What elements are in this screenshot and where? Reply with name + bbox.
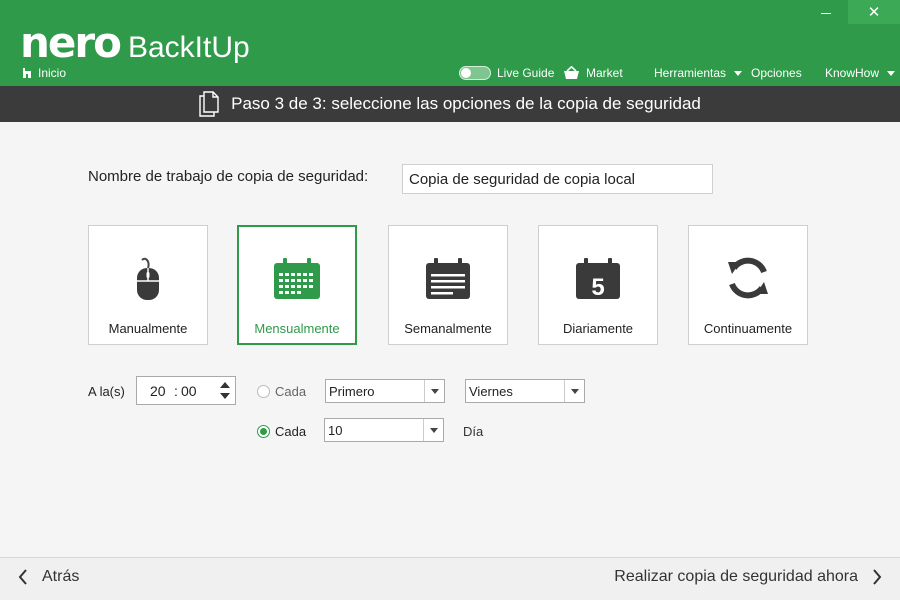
time-hours[interactable]: 20 [150,383,166,399]
time-separator: : [174,383,178,399]
logo-product-name: BackItUp [127,31,250,64]
chevron-down-icon [564,380,584,402]
ordinal-select-value: Primero [329,384,375,399]
schedule-option-manualmente[interactable]: Manualmente [88,225,208,345]
knowhow-menu[interactable]: KnowHow [825,64,896,82]
chevron-down-icon [423,419,443,441]
close-icon: ✕ [867,4,881,21]
opciones-menu[interactable]: Opciones [751,64,802,82]
knowhow-label: KnowHow [825,66,880,80]
time-minutes[interactable]: 00 [181,383,197,399]
backup-now-button[interactable]: Realizar copia de seguridad ahora [614,568,882,586]
schedule-option-mensualmente[interactable]: Mensualmente [237,225,357,345]
mouse-icon [137,257,159,300]
live-guide-label: Live Guide [497,66,555,80]
cada-weekday-radio[interactable]: Cada [257,384,306,399]
chevron-down-icon [734,70,743,76]
schedule-option-label: Manualmente [108,321,188,336]
refresh-icon [728,257,768,299]
time-spinner[interactable] [215,377,235,404]
live-guide-toggle[interactable]: Live Guide [459,64,554,82]
time-picker[interactable]: 20 : 00 [136,376,236,405]
schedule-option-label: Mensualmente [254,321,340,336]
opciones-label: Opciones [751,66,802,80]
calendar-month-icon [274,258,320,299]
app-header: ✕ nero BackItUp Inicio Live Guide Market… [0,0,900,86]
schedule-option-label: Continuamente [703,321,793,336]
footer-bar: Atrás Realizar copia de seguridad ahora [0,557,900,600]
window-controls: ✕ [804,0,900,24]
day-select-value: 10 [328,423,343,438]
day-select[interactable]: 10 [324,418,444,442]
close-button[interactable]: ✕ [848,0,900,24]
schedule-option-semanalmente[interactable]: Semanalmente [388,225,508,345]
time-label: A la(s) [88,384,125,399]
job-name-input[interactable] [402,164,713,194]
cada-day-radio[interactable]: Cada [257,424,306,439]
basket-icon [564,66,579,79]
weekday-select-value: Viernes [469,384,513,399]
market-label: Market [586,66,623,80]
arrow-down-icon[interactable] [220,393,230,399]
step-bar: Paso 3 de 3: seleccione las opciones de … [0,86,900,122]
calendar-day-number: 5 [591,274,604,301]
backup-now-label: Realizar copia de seguridad ahora [614,568,858,585]
chevron-down-icon [424,380,444,402]
toggle-switch-icon [459,66,491,80]
day-unit-label: Día [463,424,484,439]
minimize-button[interactable] [804,0,848,24]
herramientas-label: Herramientas [654,66,727,80]
app-logo: nero BackItUp [20,22,250,64]
top-navigation: Live Guide Market Herramientas Opciones … [0,64,900,82]
cada-label: Cada [275,424,307,439]
radio-icon [257,385,270,398]
schedule-option-label: Semanalmente [404,321,492,336]
market-link[interactable]: Market [563,64,623,82]
document-icon [199,91,219,117]
arrow-up-icon[interactable] [220,382,230,388]
schedule-option-continuamente[interactable]: Continuamente [688,225,808,345]
chevron-down-icon [887,70,896,76]
ordinal-select[interactable]: Primero [325,379,445,403]
chevron-left-icon [18,569,27,585]
schedule-option-label: Diariamente [562,321,634,336]
schedule-option-diariamente[interactable]: 5 Diariamente [538,225,658,345]
minimize-icon [821,12,831,14]
logo-nero: nero [20,18,122,67]
back-button[interactable]: Atrás [18,568,79,586]
job-name-label: Nombre de trabajo de copia de seguridad: [88,168,369,185]
step-title: Paso 3 de 3: seleccione las opciones de … [231,94,701,113]
back-label: Atrás [42,568,80,585]
chevron-right-icon [873,569,882,585]
cada-label: Cada [275,384,307,399]
calendar-day-icon: 5 [576,258,620,301]
radio-icon [257,425,270,438]
herramientas-menu[interactable]: Herramientas [654,64,743,82]
weekday-select[interactable]: Viernes [465,379,585,403]
calendar-week-icon [426,258,470,299]
